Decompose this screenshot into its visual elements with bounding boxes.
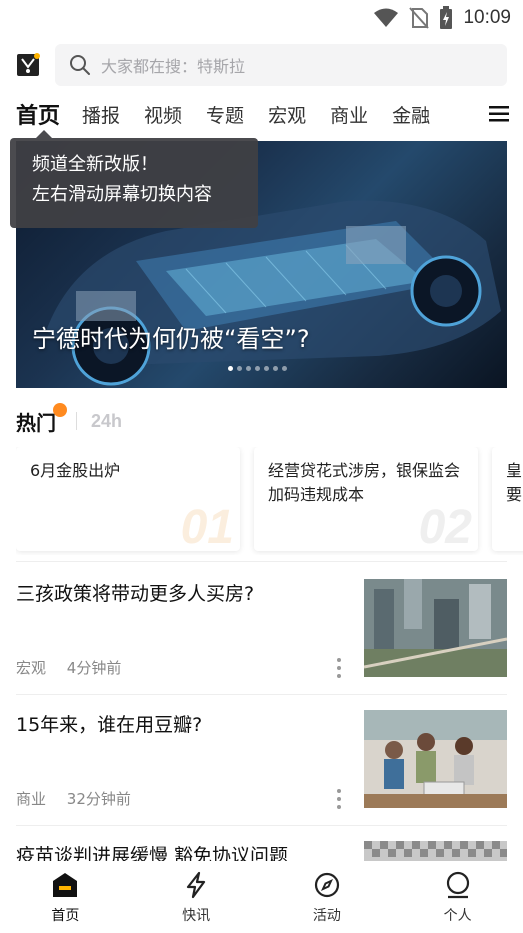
carousel-dot[interactable] xyxy=(246,366,251,371)
fire-icon xyxy=(53,403,67,417)
list-item[interactable]: 疫苗谈判进展缓慢 豁免协议问题 xyxy=(16,841,507,861)
search-icon xyxy=(70,55,90,75)
channel-tooltip[interactable]: 频道全新改版！ 左右滑动屏幕切换内容 xyxy=(10,130,258,228)
search-row: 大家都在搜：特斯拉 xyxy=(0,42,523,88)
carousel-dot[interactable] xyxy=(273,366,278,371)
carousel-dot[interactable] xyxy=(237,366,242,371)
app-logo-icon[interactable] xyxy=(16,53,40,77)
tooltip-line-2: 左右滑动屏幕切换内容 xyxy=(32,184,212,205)
list-divider xyxy=(16,694,507,695)
tab-broadcast[interactable]: 播报 xyxy=(82,101,120,128)
news-title: 三孩政策将带动更多人买房? xyxy=(16,583,255,605)
list-divider xyxy=(16,825,507,826)
hot-header: 热门 24h xyxy=(16,403,122,437)
news-time: 4分钟前 xyxy=(66,659,122,677)
tab-macro[interactable]: 宏观 xyxy=(268,101,306,128)
news-meta: 宏观 4分钟前 xyxy=(16,657,137,678)
menu-icon[interactable] xyxy=(489,105,509,123)
nav-flash[interactable]: 快讯 xyxy=(131,861,262,933)
tab-home[interactable]: 首页 xyxy=(16,98,60,130)
hot-card[interactable]: 皇要 xyxy=(492,447,523,551)
aerial-city-image xyxy=(364,579,507,677)
nav-label: 首页 xyxy=(51,908,80,924)
profile-icon xyxy=(446,871,469,899)
tab-video[interactable]: 视频 xyxy=(144,101,182,128)
hot-cards: 6月金股出炉 01 经营贷花式涉房，银保监会加码违规成本 02 皇要 xyxy=(16,447,523,555)
tab-finance[interactable]: 金融 xyxy=(392,101,430,128)
nav-label: 快讯 xyxy=(182,908,211,924)
status-bar: 10:09 xyxy=(0,0,523,36)
status-time: 10:09 xyxy=(463,7,511,28)
hero-pagination xyxy=(228,366,287,371)
news-title: 15年来，谁在用豆瓣? xyxy=(16,714,203,736)
tab-business[interactable]: 商业 xyxy=(330,101,368,128)
nav-profile[interactable]: 个人 xyxy=(392,861,523,933)
flash-icon xyxy=(187,871,206,899)
pattern-image xyxy=(364,841,507,861)
list-item[interactable]: 三孩政策将带动更多人买房? 宏观 4分钟前 xyxy=(16,579,507,697)
wifi-icon xyxy=(374,8,399,27)
hero-title: 宁德时代为何仍被“看空”? xyxy=(32,325,310,353)
tab-topics[interactable]: 专题 xyxy=(206,101,244,128)
search-input[interactable]: 大家都在搜：特斯拉 xyxy=(55,44,507,86)
section-divider xyxy=(16,561,507,562)
hot-card-number: 01 xyxy=(180,501,234,551)
bottom-nav: 首页 快讯 活动 个人 xyxy=(0,861,523,933)
channel-tabs: 首页 播报 视频 专题 宏观 商业 金融 xyxy=(16,96,516,132)
tab-24h[interactable]: 24h xyxy=(91,411,122,432)
no-sim-icon xyxy=(409,7,430,29)
news-title: 疫苗谈判进展缓慢 豁免协议问题 xyxy=(16,845,289,861)
hot-separator xyxy=(76,412,77,430)
carousel-dot[interactable] xyxy=(228,366,233,371)
news-meta: 商业 32分钟前 xyxy=(16,788,147,809)
status-icons: 10:09 xyxy=(373,6,511,30)
nav-label: 活动 xyxy=(312,908,341,924)
tooltip-line-1: 频道全新改版！ xyxy=(32,154,158,175)
hot-card-text: 6月金股出炉 xyxy=(30,461,121,480)
people-laptop-image xyxy=(364,710,507,808)
home-icon xyxy=(53,873,78,897)
news-time: 32分钟前 xyxy=(66,790,131,808)
nav-events[interactable]: 活动 xyxy=(262,861,393,933)
nav-label: 个人 xyxy=(443,908,472,924)
carousel-dot[interactable] xyxy=(255,366,260,371)
more-icon[interactable] xyxy=(336,657,342,679)
search-placeholder: 大家都在搜：特斯拉 xyxy=(101,57,246,76)
news-category: 宏观 xyxy=(16,659,47,677)
hot-card-text: 皇要 xyxy=(506,461,523,504)
hot-title[interactable]: 热门 xyxy=(16,407,56,436)
more-icon[interactable] xyxy=(336,788,342,810)
tooltip-arrow xyxy=(36,130,52,138)
hot-card[interactable]: 6月金股出炉 01 xyxy=(16,447,240,551)
list-item[interactable]: 15年来，谁在用豆瓣? 商业 32分钟前 xyxy=(16,710,507,828)
hot-card[interactable]: 经营贷花式涉房，银保监会加码违规成本 02 xyxy=(254,447,478,551)
compass-icon xyxy=(314,872,339,898)
carousel-dot[interactable] xyxy=(264,366,269,371)
news-category: 商业 xyxy=(16,790,47,808)
nav-home[interactable]: 首页 xyxy=(0,861,131,933)
hot-card-number: 02 xyxy=(418,501,472,551)
carousel-dot[interactable] xyxy=(282,366,287,371)
battery-charging-icon xyxy=(440,6,453,29)
